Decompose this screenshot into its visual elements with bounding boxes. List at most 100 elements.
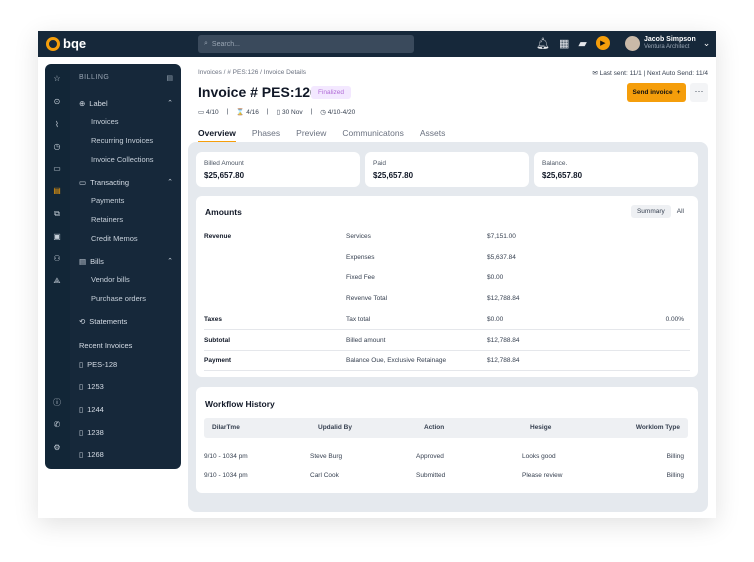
user-role: Ventura Architect (644, 44, 690, 50)
summary-label: Balance. (542, 160, 568, 167)
sidebar-item-recurring-invoices[interactable]: Recurring Invoices (91, 136, 153, 145)
recent-invoice-label: 1268 (87, 450, 104, 459)
search-input[interactable]: ⌕ Search... (198, 35, 414, 53)
column-header[interactable]: Worklom Type (636, 424, 680, 431)
people-icon[interactable]: ⚇ (51, 254, 63, 263)
recent-invoice-item[interactable]: ▯ 1244 (79, 405, 104, 414)
hourglass-icon: ⌛ (236, 109, 247, 116)
send-invoice-button[interactable]: Send invoice + (627, 83, 686, 102)
table-cell: Billing (666, 453, 684, 460)
column-header[interactable]: DilarTme (212, 424, 240, 431)
logo-mark-icon (46, 36, 60, 51)
sidebar-item-vendor-bills[interactable]: Vendor bills (91, 275, 130, 284)
sidebar-item-label: Recurring Invoices (91, 136, 154, 145)
overview-panel: Billed Amount $25,657.80 Paid $25,657.80 B… (188, 142, 708, 512)
summary-card-billed: Billed Amount $25,657.80 (196, 152, 360, 187)
amount-value: $0.00 (487, 274, 504, 281)
chart-icon[interactable]: ⌇ (51, 120, 63, 129)
recent-invoice-label: PES-128 (87, 360, 118, 369)
breadcrumb[interactable]: Invoices / # PES:126 / Invoice Details (198, 69, 306, 76)
sidebar-item-label: Invoices (91, 117, 119, 126)
more-options-button[interactable]: ··· (690, 83, 708, 102)
chat-icon[interactable]: ▰ (578, 37, 586, 50)
amounts-view-toggle: Summary All (630, 205, 690, 218)
recent-invoice-item[interactable]: ▯ PES-128 (79, 360, 117, 369)
sidebar-item-label: Payments (91, 196, 125, 205)
toggle-summary[interactable]: Summary (630, 205, 671, 218)
sidebar-item-retainers[interactable]: Retainers (91, 215, 123, 224)
sidebar-item-invoice-collections[interactable]: Invoice Collections (91, 155, 154, 164)
column-header[interactable]: Hesige (530, 424, 551, 431)
nav-group-label[interactable]: ⊕ Label (79, 99, 108, 108)
amount-label: Billed amount (346, 337, 386, 344)
meta-value: 4/10 (205, 109, 219, 116)
recent-invoice-item[interactable]: ▯ 1253 (79, 382, 104, 391)
clock-icon: ◷ (320, 109, 328, 116)
tab-communications[interactable]: Communicatons (342, 128, 403, 143)
file-icon: ▯ (79, 428, 84, 437)
sidebar: BILLING ▤ ⊕ Label ⌃ Invoices Recurring In… (70, 64, 181, 469)
toggle-all[interactable]: All (671, 205, 690, 218)
tab-assets[interactable]: Assets (420, 128, 446, 143)
sidebar-item-credit-memos[interactable]: Credit Memos (91, 234, 138, 243)
chevron-up-icon[interactable]: ⌃ (167, 99, 173, 107)
send-invoice-label: Send invoice (632, 89, 673, 96)
recent-invoice-item[interactable]: ▯ 1238 (79, 428, 104, 437)
chevron-up-icon[interactable]: ⌃ (167, 178, 173, 186)
timer-icon[interactable]: ▶ (595, 36, 610, 50)
user-menu[interactable]: Jacob Simpson Ventura Architect ⌄ (625, 36, 710, 51)
sidebar-item-statements[interactable]: ⟲ Statements (79, 317, 127, 326)
page-title: Invoice # PES:126 (198, 84, 318, 100)
amounts-title: Amounts (205, 207, 242, 217)
files-icon[interactable]: ⧉ (51, 209, 63, 219)
sidebar-item-payments[interactable]: Payments (91, 196, 124, 205)
divider: | (226, 108, 229, 115)
calendar-icon[interactable]: ▦ (559, 37, 569, 50)
briefcase-icon[interactable]: ▭ (51, 164, 63, 173)
column-header[interactable]: Action (424, 424, 444, 431)
amount-label: Tax total (346, 316, 371, 323)
sidebar-item-purchase-orders[interactable]: Purchase orders (91, 294, 146, 303)
sidebar-header: BILLING (79, 74, 110, 81)
table-cell: Looks good (522, 453, 556, 460)
amounts-card: Amounts Summary All Revenue Services $7,151… (196, 196, 698, 377)
phone-icon[interactable]: ✆ (51, 420, 63, 429)
search-placeholder: Search... (211, 40, 240, 48)
network-icon[interactable]: ⟁ (51, 276, 63, 286)
logo-text: bqe (63, 36, 87, 51)
main-content: Invoices / # PES:126 / Invoice Details ✉… (188, 64, 716, 514)
summary-card-paid: Paid $25,657.80 (365, 152, 529, 187)
billing-icon[interactable]: ▤ (51, 186, 63, 195)
amount-extra: 0.00% (665, 316, 684, 323)
dashboard-icon[interactable]: ⊙ (51, 97, 63, 106)
invoice-meta: ▭ 4/10 | ⌛ 4/16 | ▯ 30 Nov | ◷ 4/10-4/20 (198, 108, 355, 116)
bell-icon[interactable]: 🔔︎ (536, 37, 550, 50)
star-icon[interactable]: ☆ (51, 74, 63, 83)
table-cell: 9/10 - 1034 pm (204, 472, 248, 479)
more-icon: ··· (694, 86, 704, 96)
column-header[interactable]: Updalid By (318, 424, 352, 431)
row-divider (204, 329, 690, 330)
meta-item-month: ▯ 30 Nov (277, 108, 303, 116)
chevron-up-icon[interactable]: ⌃ (167, 257, 173, 265)
logo[interactable]: bqe (46, 36, 86, 51)
collapse-icon[interactable]: ▤ (166, 74, 173, 82)
circle-plus-icon: ⊕ (79, 99, 86, 108)
meta-value: 4/10-4/20 (327, 109, 356, 116)
nav-group-bills[interactable]: ▤ Bills (79, 257, 104, 266)
recent-invoice-item[interactable]: ▯ 1268 (79, 450, 104, 459)
amount-section: Subtotal (204, 337, 230, 344)
sidebar-item-invoices[interactable]: Invoices (91, 117, 119, 126)
status-badge: Finalized (311, 86, 352, 99)
amount-label: Fixed Fee (346, 274, 375, 281)
tab-phases[interactable]: Phases (252, 128, 280, 143)
tab-bar: Overview Phases Preview Communicatons As… (198, 128, 445, 143)
table-cell: Submitted (416, 472, 446, 479)
settings-icon[interactable]: ⚙ (51, 443, 63, 452)
clock-icon[interactable]: ◷ (51, 142, 63, 151)
wallet-icon[interactable]: ▣ (51, 232, 63, 241)
help-icon[interactable]: ⓘ (51, 397, 63, 408)
nav-group-transacting[interactable]: ▭ Transacting (79, 178, 129, 187)
tab-overview[interactable]: Overview (198, 128, 236, 143)
tab-preview[interactable]: Preview (296, 128, 326, 143)
